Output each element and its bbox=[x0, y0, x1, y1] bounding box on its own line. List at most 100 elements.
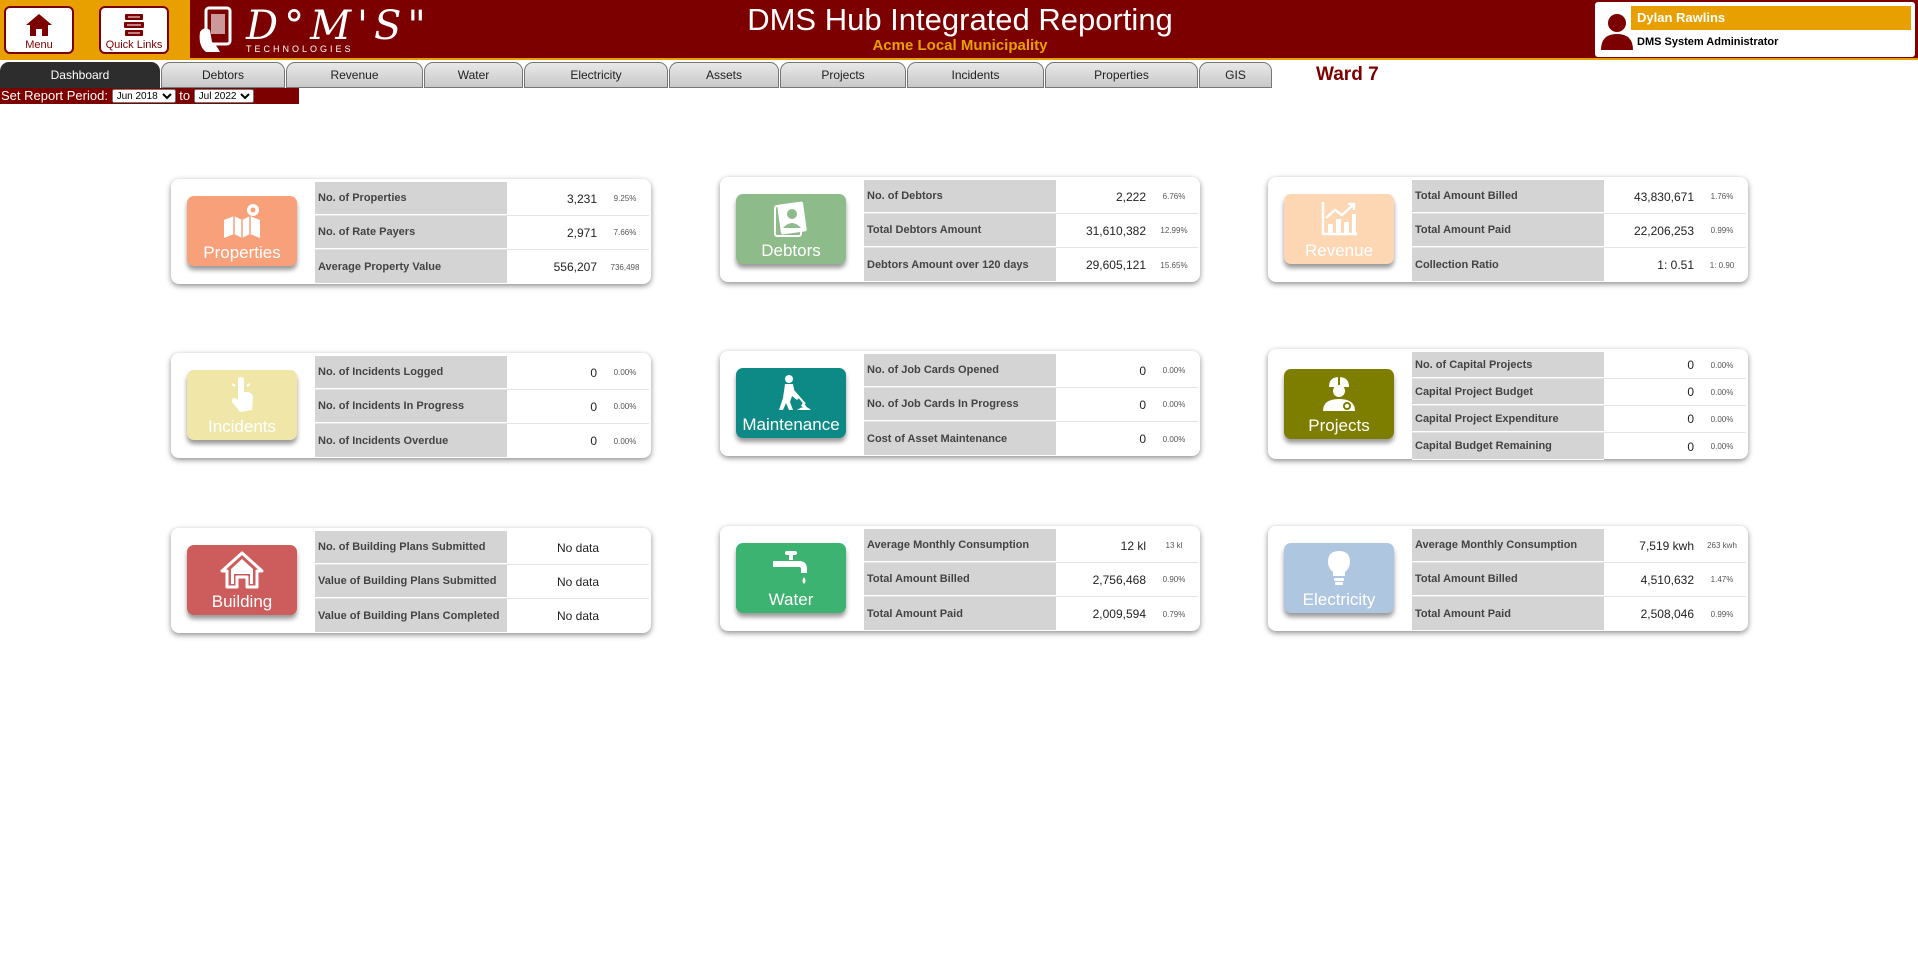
stat-row: Value of Building Plans Completed No data bbox=[315, 599, 649, 633]
projects-stats: No. of Capital Projects 0 0.00% Capital Pr… bbox=[1412, 352, 1746, 460]
stat-value: 2,009,594 bbox=[1092, 607, 1146, 621]
quick-links-button[interactable]: Quick Links bbox=[99, 6, 169, 54]
tab-electricity[interactable]: Electricity bbox=[524, 62, 668, 88]
main-nav-tabs: Dashboard Debtors Revenue Water Electric… bbox=[0, 62, 1280, 88]
tab-incidents[interactable]: Incidents bbox=[907, 62, 1044, 88]
stat-change: 0.00% bbox=[613, 368, 637, 377]
stat-value: 2,222 bbox=[1115, 189, 1146, 204]
stat-row: No. of Incidents Overdue 0 0.00% bbox=[315, 424, 649, 458]
report-period-bar: Set Report Period: Jun 2018 to Jul 2022 bbox=[0, 88, 299, 104]
water-card: Water Average Monthly Consumption 12 kl 13… bbox=[720, 526, 1200, 631]
stat-value: 2,971 bbox=[566, 225, 597, 240]
stat-change: 0.00% bbox=[1162, 400, 1186, 409]
tab-revenue[interactable]: Revenue bbox=[286, 62, 423, 88]
stat-row: Total Amount Billed 43,830,671 1.76% bbox=[1412, 180, 1746, 214]
tab-water[interactable]: Water bbox=[424, 62, 523, 88]
period-to-select[interactable]: Jul 2022 bbox=[193, 89, 254, 103]
stat-value: 0 bbox=[590, 434, 597, 448]
stat-change: 1: 0.90 bbox=[1709, 260, 1735, 270]
stat-row: Debtors Amount over 120 days 29,605,121 15… bbox=[864, 248, 1198, 282]
tab-assets[interactable]: Assets bbox=[669, 62, 779, 88]
stat-row: Total Amount Billed 4,510,632 1.47% bbox=[1412, 563, 1746, 597]
stat-row: Value of Building Plans Submitted No data bbox=[315, 565, 649, 599]
projects-card: Projects No. of Capital Projects 0 0.00% C… bbox=[1268, 349, 1748, 460]
stat-label: Capital Budget Remaining bbox=[1412, 433, 1604, 460]
stat-value: 556,207 bbox=[553, 260, 597, 274]
id-card-icon bbox=[774, 201, 807, 237]
stat-value: 1: 0.51 bbox=[1657, 258, 1694, 272]
stat-value: 12 kl bbox=[1120, 538, 1146, 553]
stat-row: Total Debtors Amount 31,610,382 12.99% bbox=[864, 214, 1198, 248]
stat-label: Value of Building Plans Submitted bbox=[315, 565, 507, 598]
stat-label: No. of Properties bbox=[315, 182, 507, 215]
stat-row: No. of Capital Projects 0 0.00% bbox=[1412, 352, 1746, 379]
user-panel[interactable]: Dylan Rawlins DMS System Administrator bbox=[1595, 2, 1915, 57]
stat-value: 0 bbox=[590, 399, 597, 414]
tab-properties[interactable]: Properties bbox=[1045, 62, 1198, 88]
water-tap-icon bbox=[773, 551, 807, 584]
stat-label: No. of Incidents Overdue bbox=[315, 424, 507, 458]
projects-tile[interactable]: Projects bbox=[1284, 369, 1394, 439]
incidents-tile-label: Incidents bbox=[207, 417, 277, 436]
properties-card: Properties No. of Properties 3,231 9.25% N… bbox=[171, 179, 651, 284]
stat-value: 0 bbox=[1687, 385, 1694, 399]
stat-value: 7,519 kwh bbox=[1639, 538, 1694, 553]
stat-row: No. of Incidents Logged 0 0.00% bbox=[315, 356, 649, 390]
building-card: Building No. of Building Plans Submitted… bbox=[171, 528, 651, 633]
water-tile[interactable]: Water bbox=[736, 543, 846, 613]
tab-projects[interactable]: Projects bbox=[780, 62, 906, 88]
projects-tile-label: Projects bbox=[1308, 416, 1370, 435]
stat-row: No. of Job Cards Opened 0 0.00% bbox=[864, 354, 1198, 388]
stat-label: No. of Capital Projects bbox=[1412, 352, 1604, 378]
stat-label: No. of Rate Payers bbox=[315, 216, 507, 249]
tab-gis[interactable]: GIS bbox=[1199, 62, 1272, 88]
stat-row: No. of Rate Payers 2,971 7.66% bbox=[315, 216, 649, 250]
stat-label: Total Amount Billed bbox=[1412, 180, 1604, 213]
debtors-tile[interactable]: Debtors bbox=[736, 194, 846, 264]
menu-button-label: Menu bbox=[25, 39, 53, 51]
stat-label: Total Amount Billed bbox=[1412, 563, 1604, 596]
stat-row: Average Property Value 556,207 736,498 bbox=[315, 250, 649, 284]
stat-label: No. of Building Plans Submitted bbox=[315, 531, 507, 564]
tab-dashboard[interactable]: Dashboard bbox=[0, 62, 160, 88]
incidents-tile[interactable]: Incidents bbox=[187, 370, 297, 440]
stat-change: 0.00% bbox=[1710, 414, 1734, 424]
stat-label: Total Amount Billed bbox=[864, 563, 1056, 596]
stat-change: 0.00% bbox=[1162, 366, 1186, 375]
stat-value: 0 bbox=[1687, 358, 1694, 372]
incidents-stats: No. of Incidents Logged 0 0.00% No. of Inc… bbox=[315, 356, 649, 458]
stat-change: 0.00% bbox=[613, 402, 637, 411]
incidents-card: Incidents No. of Incidents Logged 0 0.00% … bbox=[171, 353, 651, 458]
app-header: Menu Quick Links D°M'S" TECHNOLOGIES DMS… bbox=[0, 0, 1918, 60]
stat-value: 22,206,253 bbox=[1633, 223, 1694, 238]
properties-stats: No. of Properties 3,231 9.25% No. of Rate … bbox=[315, 182, 649, 284]
stat-row: Capital Project Expenditure 0 0.00% bbox=[1412, 406, 1746, 433]
stat-value: 0 bbox=[590, 365, 597, 380]
stat-label: Value of Building Plans Completed bbox=[315, 599, 507, 633]
electricity-tile[interactable]: Electricity bbox=[1284, 543, 1394, 613]
stat-value: 0 bbox=[1687, 439, 1694, 454]
maintenance-tile-label: Maintenance bbox=[742, 415, 840, 434]
maintenance-tile[interactable]: Maintenance bbox=[736, 368, 846, 438]
stat-change: 7.66% bbox=[613, 228, 637, 237]
stat-change: 736,498 bbox=[610, 262, 640, 272]
stat-change: 0.90% bbox=[1162, 575, 1186, 584]
stat-label: Average Property Value bbox=[315, 250, 507, 284]
properties-tile[interactable]: Properties bbox=[187, 196, 297, 266]
logo-subtext: TECHNOLOGIES bbox=[246, 44, 354, 54]
stat-change: 13 kl bbox=[1165, 541, 1183, 550]
stat-row: No. of Debtors 2,222 6.76% bbox=[864, 180, 1198, 214]
tab-debtors[interactable]: Debtors bbox=[161, 62, 285, 88]
revenue-tile[interactable]: Revenue bbox=[1284, 194, 1394, 264]
menu-button[interactable]: Menu bbox=[4, 6, 74, 54]
stat-row: No. of Building Plans Submitted No data bbox=[315, 531, 649, 565]
debtors-tile-label: Debtors bbox=[761, 241, 821, 260]
stat-label: Total Amount Paid bbox=[864, 597, 1056, 631]
stat-row: Capital Budget Remaining 0 0.00% bbox=[1412, 433, 1746, 460]
stat-change: 0.79% bbox=[1162, 609, 1186, 619]
building-tile[interactable]: Building bbox=[187, 545, 297, 615]
stat-label: Total Debtors Amount bbox=[864, 214, 1056, 247]
period-from-select[interactable]: Jun 2018 bbox=[111, 89, 176, 103]
map-pin-icon bbox=[224, 204, 260, 238]
stat-change: 1.76% bbox=[1710, 192, 1734, 201]
